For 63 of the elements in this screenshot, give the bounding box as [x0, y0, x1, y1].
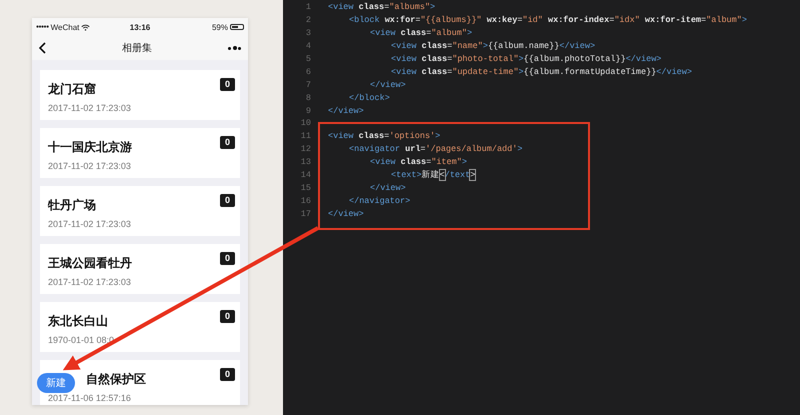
more-icon[interactable]	[228, 46, 241, 50]
photo-count: 0	[220, 136, 235, 149]
line-number: 1	[304, 2, 312, 12]
photo-count: 0	[220, 252, 235, 265]
photo-count: 0	[220, 368, 235, 381]
album-card[interactable]: 龙门石窟 2017-11-02 17:23:03 0	[40, 70, 240, 120]
line-number: 2	[304, 15, 312, 26]
status-time: 13:16	[130, 22, 150, 32]
album-card[interactable]: 王城公园看牡丹 2017-11-02 17:23:03 0	[40, 244, 240, 294]
code-line: </block>	[349, 92, 390, 103]
battery-percent: 59%	[212, 22, 228, 32]
code-line: <view class="album">	[370, 28, 472, 38]
album-name: 东北长白山	[48, 313, 108, 330]
code-line: </view>	[328, 208, 364, 219]
album-name: 龙门石窟	[48, 81, 96, 98]
line-number: 13	[300, 157, 312, 168]
code-line: </navigator>	[349, 196, 410, 206]
code-line: </view>	[370, 182, 406, 193]
album-name: 王城公园看牡丹	[48, 255, 132, 272]
code-line: <view class="name">{{album.name}}</view>	[391, 41, 596, 52]
line-number: 12	[300, 144, 312, 154]
line-number: 9	[304, 106, 312, 116]
line-number: 3	[304, 28, 312, 38]
album-card[interactable]: 十一国庆北京游 2017-11-02 17:23:03 0	[40, 128, 240, 178]
album-time: 2017-11-02 17:23:03	[48, 103, 131, 113]
code-line: <view class="item">	[370, 157, 467, 168]
line-number: 15	[300, 182, 312, 193]
photo-count: 0	[220, 310, 235, 323]
line-number: 17	[300, 208, 312, 219]
line-number: 4	[304, 41, 312, 52]
code-line: <block wx:for="{{albums}}" wx:key="id" wx:for-index="idx" wx:for-item="album">	[349, 15, 747, 26]
code-line: <navigator url='/pages/album/add'>	[349, 144, 522, 154]
photo-count: 0	[220, 78, 235, 91]
album-time: 2017-11-06 12:57:16	[48, 393, 132, 403]
code-line: <view class="albums">	[328, 2, 436, 12]
carrier-name: WeChat	[50, 22, 80, 32]
wifi-icon	[81, 24, 90, 30]
photo-count: 0	[220, 194, 235, 207]
album-name: 牡丹广场	[48, 197, 96, 214]
album-name: 十一国庆北京游	[48, 139, 132, 156]
album-time: 2017-11-02 17:23:03	[48, 277, 132, 287]
line-number: 5	[304, 54, 312, 64]
code-line: </view>	[370, 80, 406, 90]
line-number: 16	[300, 196, 312, 206]
code-line: <view class="update-time">{{album.formatUpdateTime}}</view>	[391, 66, 692, 77]
line-number: 11	[300, 131, 312, 142]
page-title: 相册集	[122, 42, 152, 55]
code-line: <text>新建</text>	[391, 169, 476, 182]
album-time: 2017-11-02 17:23:03	[48, 161, 132, 171]
code-line: <view class="photo-total">{{album.photoTotal}}</view>	[391, 54, 662, 64]
line-number: 8	[304, 92, 312, 103]
battery-icon	[230, 24, 244, 30]
code-line: <view class='options'>	[328, 131, 440, 142]
album-card[interactable]: 牡丹广场 2017-11-02 17:23:03 0	[40, 186, 240, 236]
line-number: 10	[300, 118, 312, 128]
line-number: 14	[300, 170, 312, 180]
new-button[interactable]: 新建	[37, 373, 75, 393]
code-line: </view>	[328, 106, 364, 116]
line-number: 7	[304, 80, 312, 90]
album-name: 自然保护区	[86, 371, 146, 388]
album-time: 2017-11-02 17:23:03	[48, 219, 131, 229]
line-number: 6	[304, 66, 312, 77]
back-icon[interactable]	[39, 42, 46, 54]
